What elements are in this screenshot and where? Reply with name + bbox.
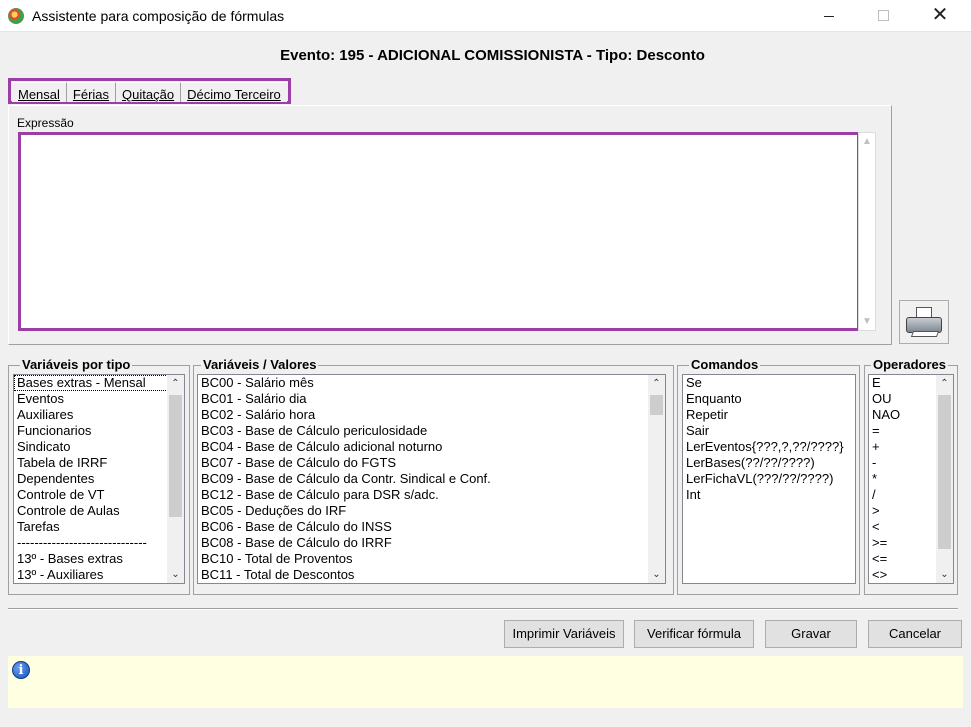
list-item[interactable]: BC11 - Total de Descontos	[198, 567, 665, 583]
operators-list[interactable]: E OU NAO = + - * / > < >= <= <> ⌃ ⌄	[868, 374, 954, 584]
scroll-thumb[interactable]	[650, 395, 663, 415]
commands-list[interactable]: Se Enquanto Repetir Sair LerEventos{???,…	[682, 374, 856, 584]
expression-textarea[interactable]	[18, 132, 860, 331]
formula-assistant-icon	[8, 8, 24, 24]
chevron-down-icon[interactable]: ⌄	[167, 566, 184, 583]
list-item[interactable]: Eventos	[14, 391, 184, 407]
scroll-thumb[interactable]	[938, 395, 951, 549]
list-item[interactable]: BC05 - Deduções do IRF	[198, 503, 665, 519]
tab-label: Mensal	[18, 87, 60, 102]
list-item[interactable]: Repetir	[683, 407, 855, 423]
list-item[interactable]: BC02 - Salário hora	[198, 407, 665, 423]
tab-label: Décimo Terceiro	[187, 87, 281, 102]
variables-by-type-list[interactable]: Bases extras - Mensal Eventos Auxiliares…	[13, 374, 185, 584]
title-bar: Assistente para composição de fórmulas ✕	[0, 0, 971, 32]
chevron-up-icon[interactable]: ⌃	[167, 375, 184, 392]
list-item[interactable]: LerBases(??/??/????)	[683, 455, 855, 471]
chevron-up-icon[interactable]: ⌃	[648, 375, 665, 392]
list-item[interactable]: BC00 - Salário mês	[198, 375, 665, 391]
chevron-down-icon[interactable]: ⌄	[936, 566, 953, 583]
cancel-button[interactable]: Cancelar	[868, 620, 962, 648]
list-item[interactable]: Auxiliares	[14, 407, 184, 423]
event-title: Evento: 195 - ADICIONAL COMISSIONISTA - …	[280, 47, 705, 64]
variables-values-title: Variáveis / Valores	[201, 357, 319, 372]
chevron-up-icon[interactable]: ⌃	[936, 375, 953, 392]
list-item[interactable]: 13º - Bases extras	[14, 551, 184, 567]
tab-label: Férias	[72, 87, 110, 102]
list-item[interactable]: Sair	[683, 423, 855, 439]
tab-bar: Mensal Férias Quitação Décimo Terceiro	[8, 78, 291, 104]
commands-title: Comandos	[689, 357, 761, 372]
scroll-thumb[interactable]	[169, 395, 182, 517]
scroll-down-icon[interactable]: ▼	[862, 316, 872, 327]
print-variables-button[interactable]: Imprimir Variáveis	[504, 620, 624, 648]
list-item[interactable]: BC09 - Base de Cálculo da Contr. Sindica…	[198, 471, 665, 487]
list-item[interactable]: Tabela de IRRF	[14, 455, 184, 471]
list-item[interactable]: BC07 - Base de Cálculo do FGTS	[198, 455, 665, 471]
variables-values-list[interactable]: BC00 - Salário mês BC01 - Salário dia BC…	[197, 374, 666, 584]
variables-by-type-title: Variáveis por tipo	[20, 357, 133, 372]
maximize-button[interactable]	[860, 0, 906, 32]
tab-mensal[interactable]: Mensal	[12, 82, 67, 102]
list-item[interactable]: Tarefas	[14, 519, 184, 535]
list-item[interactable]: LerEventos{???,?,??/????}	[683, 439, 855, 455]
list-item[interactable]: 13º - Auxiliares	[14, 567, 184, 583]
tab-quitacao[interactable]: Quitação	[116, 82, 182, 102]
expression-label: Expressão	[17, 116, 74, 130]
list-item[interactable]: Funcionarios	[14, 423, 184, 439]
vertical-scrollbar[interactable]: ⌃ ⌄	[167, 375, 184, 583]
expression-scrollbar[interactable]: ▲ ▼	[858, 132, 876, 331]
list-item[interactable]: Se	[683, 375, 855, 391]
minimize-icon	[824, 16, 834, 17]
list-item[interactable]: BC10 - Total de Proventos	[198, 551, 665, 567]
info-icon: i	[12, 661, 30, 679]
vertical-scrollbar[interactable]: ⌃ ⌄	[936, 375, 953, 583]
list-item[interactable]: Bases extras - Mensal	[14, 375, 184, 391]
scroll-up-icon[interactable]: ▲	[862, 136, 872, 147]
button-label: Verificar fórmula	[647, 626, 741, 641]
tab-label: Quitação	[122, 87, 175, 102]
save-button[interactable]: Gravar	[765, 620, 857, 648]
list-item[interactable]: BC01 - Salário dia	[198, 391, 665, 407]
list-item[interactable]: Sindicato	[14, 439, 184, 455]
divider	[8, 608, 958, 610]
status-bar	[8, 656, 963, 708]
list-item[interactable]: BC12 - Base de Cálculo para DSR s/adc.	[198, 487, 665, 503]
list-item[interactable]: Int	[683, 487, 855, 503]
button-label: Gravar	[791, 626, 831, 641]
vertical-scrollbar[interactable]: ⌃ ⌄	[648, 375, 665, 583]
verify-formula-button[interactable]: Verificar fórmula	[634, 620, 754, 648]
tab-ferias[interactable]: Férias	[66, 82, 117, 102]
maximize-icon	[878, 10, 889, 21]
list-item[interactable]: BC06 - Base de Cálculo do INSS	[198, 519, 665, 535]
print-button[interactable]	[899, 300, 949, 344]
tab-decimo-terceiro[interactable]: Décimo Terceiro	[181, 82, 287, 102]
window-title: Assistente para composição de fórmulas	[32, 8, 285, 24]
operators-title: Operadores	[871, 357, 948, 372]
list-item[interactable]: BC08 - Base de Cálculo do IRRF	[198, 535, 665, 551]
close-button[interactable]: ✕	[917, 0, 963, 32]
list-item[interactable]: Enquanto	[683, 391, 855, 407]
minimize-button[interactable]	[806, 0, 852, 32]
button-label: Imprimir Variáveis	[512, 626, 616, 641]
list-item[interactable]: BC03 - Base de Cálculo periculosidade	[198, 423, 665, 439]
list-item[interactable]: BC04 - Base de Cálculo adicional noturno	[198, 439, 665, 455]
printer-tray	[910, 331, 940, 337]
list-item[interactable]: Controle de Aulas	[14, 503, 184, 519]
chevron-down-icon[interactable]: ⌄	[648, 566, 665, 583]
button-label: Cancelar	[888, 626, 942, 641]
list-item[interactable]: Dependentes	[14, 471, 184, 487]
list-item[interactable]: Controle de VT	[14, 487, 184, 503]
list-separator: ------------------------------	[17, 535, 147, 550]
list-item[interactable]: LerFichaVL(???/??/????)	[683, 471, 855, 487]
